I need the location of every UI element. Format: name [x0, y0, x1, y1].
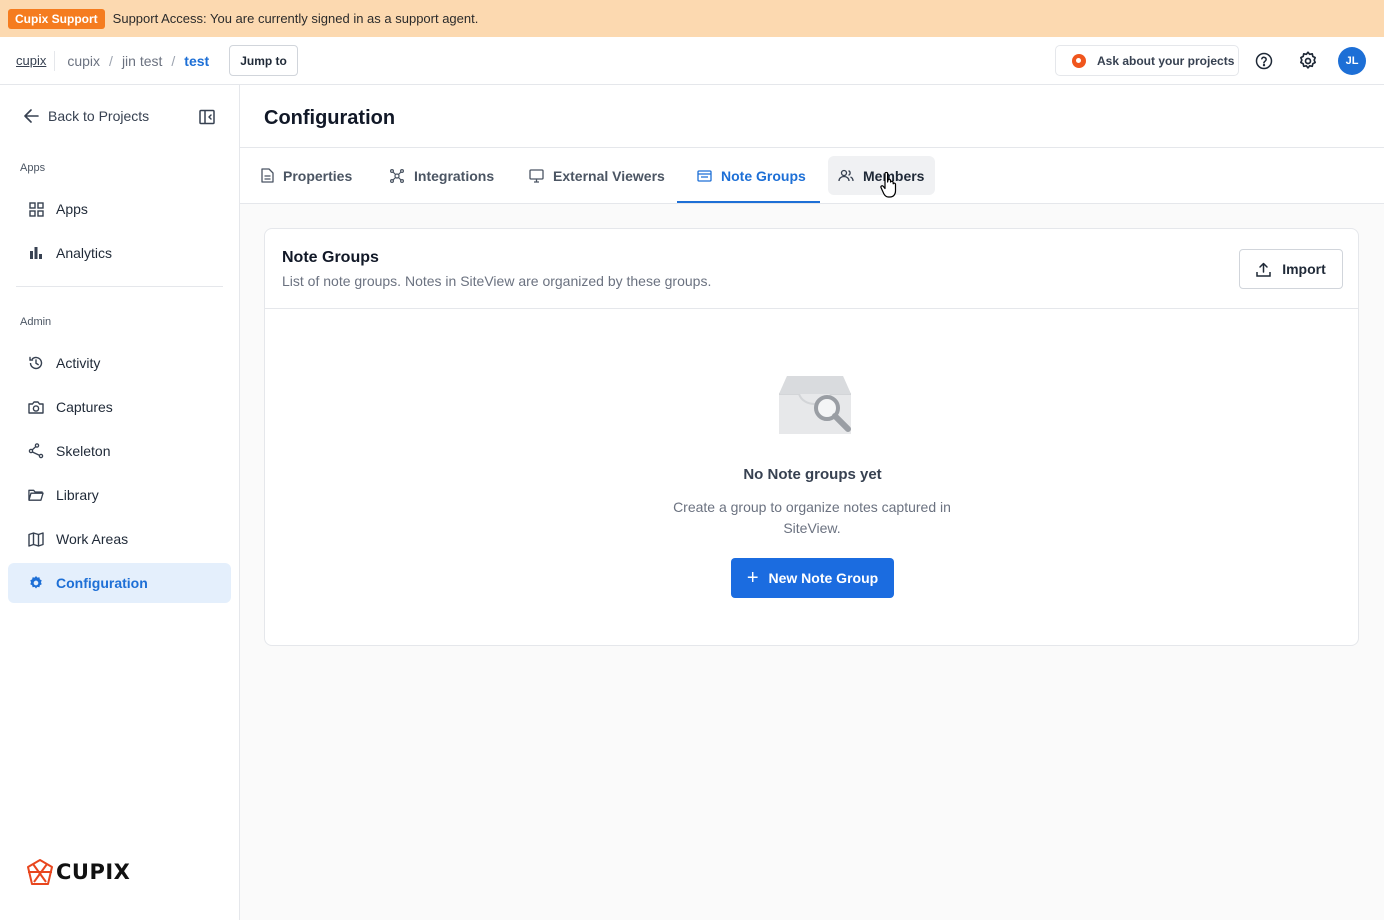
card-title: Note Groups [282, 249, 379, 266]
user-avatar[interactable]: JL [1338, 47, 1366, 75]
sidebar-item-label: Activity [56, 355, 101, 371]
history-icon [28, 355, 44, 371]
empty-state-title: No Note groups yet [743, 466, 882, 483]
sidebar-item-label: Configuration [56, 575, 148, 591]
sidebar-item-activity[interactable]: Activity [8, 343, 231, 383]
tab-integrations[interactable]: Integrations [379, 156, 504, 195]
card-header: Note Groups List of note groups. Notes i… [265, 229, 1358, 309]
breadcrumb-separator: / [171, 52, 176, 69]
import-button[interactable]: Import [1239, 249, 1343, 289]
sidebar-item-label: Analytics [56, 245, 113, 261]
admin-section-label: Admin [20, 316, 52, 328]
support-banner: Cupix Support Support Access: You are cu… [0, 0, 1384, 37]
support-badge: Cupix Support [8, 8, 105, 29]
tab-label: Integrations [414, 167, 495, 184]
sidebar-item-analytics[interactable]: Analytics [8, 233, 231, 273]
support-message: Support Access: You are currently signed… [112, 11, 479, 26]
page-header: Configuration [240, 85, 1384, 148]
ask-projects-button[interactable]: Ask about your projects [1055, 45, 1239, 76]
sidebar-item-apps[interactable]: Apps [8, 189, 231, 229]
tab-label: External Viewers [553, 167, 665, 184]
ask-projects-label: Ask about your projects [1097, 53, 1235, 68]
tab-note-groups[interactable]: Note Groups [687, 156, 816, 195]
sidebar-item-captures[interactable]: Captures [8, 387, 231, 427]
sidebar-item-configuration[interactable]: Configuration [8, 563, 231, 603]
note-groups-card: Note Groups List of note groups. Notes i… [264, 228, 1359, 646]
bar-chart-icon [28, 245, 44, 261]
gear-icon[interactable] [1298, 51, 1318, 71]
tab-properties[interactable]: Properties [251, 156, 362, 195]
empty-inbox-search-icon [779, 376, 851, 434]
cupix-logo-text: CUPIX [56, 860, 131, 884]
sidebar-item-work-areas[interactable]: Work Areas [8, 519, 231, 559]
new-note-group-button[interactable]: + New Note Group [731, 558, 894, 598]
note-icon [697, 169, 712, 183]
active-tab-indicator [677, 201, 820, 203]
skeleton-icon [28, 443, 44, 459]
help-circle-icon[interactable] [1255, 52, 1273, 70]
nav-divider [54, 50, 56, 71]
cupix-logo-mark [27, 859, 53, 885]
sidebar-item-label: Captures [56, 399, 113, 415]
cupix-logo: CUPIX [26, 858, 130, 886]
sidebar-divider [16, 286, 223, 287]
sidebar: Back to Projects Apps Apps Analytics Adm… [0, 85, 240, 920]
sidebar-item-label: Apps [56, 201, 88, 217]
hand-cursor-icon [880, 171, 897, 198]
sidebar-item-label: Library [56, 487, 99, 503]
ai-assistant-icon [1072, 53, 1086, 68]
import-label: Import [1282, 261, 1326, 277]
tab-label: Note Groups [721, 167, 806, 184]
tab-external-viewers[interactable]: External Viewers [519, 156, 675, 195]
apps-grid-icon [28, 201, 44, 217]
back-to-projects-link[interactable]: Back to Projects [24, 108, 149, 124]
sidebar-item-label: Work Areas [56, 531, 129, 547]
upload-icon [1256, 262, 1271, 277]
map-icon [28, 531, 44, 547]
members-icon [838, 169, 854, 182]
org-link[interactable]: cupix [16, 53, 46, 68]
document-icon [261, 168, 274, 183]
apps-section-label: Apps [20, 162, 46, 174]
sidebar-item-library[interactable]: Library [8, 475, 231, 515]
sidebar-item-skeleton[interactable]: Skeleton [8, 431, 231, 471]
top-nav: cupix cupix / jin test / test Jump to As… [0, 37, 1384, 85]
camera-icon [28, 399, 44, 415]
monitor-icon [529, 168, 544, 183]
empty-state-description: Create a group to organize notes capture… [673, 499, 951, 536]
sidebar-item-label: Skeleton [56, 443, 111, 459]
breadcrumb-group[interactable]: jin test [122, 53, 162, 69]
card-description: List of note groups. Notes in SiteView a… [282, 273, 712, 289]
back-label: Back to Projects [48, 108, 150, 124]
folder-icon [28, 487, 44, 503]
integration-icon [389, 168, 405, 184]
config-tabs: Properties Integrations External Viewers… [240, 148, 1384, 204]
tab-label: Properties [283, 167, 353, 184]
page-title: Configuration [264, 107, 396, 129]
breadcrumb-org[interactable]: cupix [67, 53, 100, 69]
plus-icon: + [746, 567, 759, 589]
breadcrumb-project[interactable]: test [184, 53, 209, 69]
new-note-group-label: New Note Group [768, 570, 879, 586]
collapse-sidebar-icon[interactable] [199, 109, 215, 125]
gear-icon [28, 575, 44, 591]
arrow-left-icon [24, 109, 39, 123]
breadcrumb-separator: / [109, 52, 113, 69]
jump-to-button[interactable]: Jump to [229, 45, 298, 76]
